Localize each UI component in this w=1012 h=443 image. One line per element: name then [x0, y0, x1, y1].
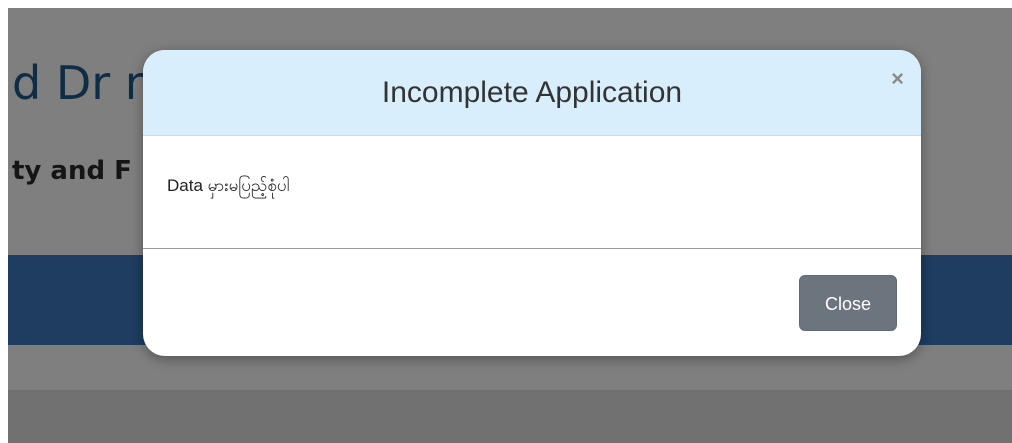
- modal-footer: Close: [143, 249, 921, 356]
- modal-title: Incomplete Application: [381, 76, 683, 109]
- modal-body: Data မှားမပြည့်စုံပါ: [143, 136, 921, 249]
- close-icon[interactable]: ×: [891, 68, 904, 90]
- modal-header: Incomplete Application ×: [143, 50, 921, 136]
- incomplete-application-modal: Incomplete Application × Data မှားမပြည့်…: [143, 50, 921, 356]
- modal-message: Data မှားမပြည့်စုံပါ: [167, 176, 290, 195]
- left-margin: [0, 0, 8, 443]
- close-button[interactable]: Close: [799, 275, 897, 331]
- top-margin: [0, 0, 1012, 8]
